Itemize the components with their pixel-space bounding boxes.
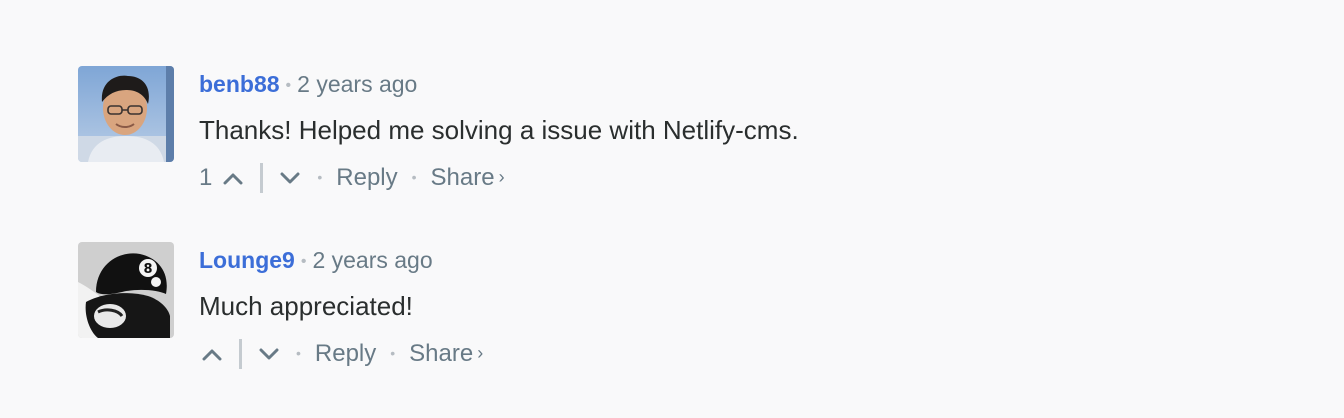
vote-divider [260, 163, 264, 193]
author-name-link[interactable]: Lounge9 [199, 247, 295, 273]
reply-button[interactable]: Reply [315, 340, 376, 368]
reply-button[interactable]: Reply [336, 164, 397, 192]
share-button[interactable]: Share › [431, 164, 505, 192]
footer-separator: • [317, 169, 323, 185]
footer-separator: • [411, 169, 417, 185]
avatar-photo-icon: 8 [78, 242, 174, 338]
footer-separator: • [390, 345, 396, 361]
author-name-link[interactable]: benb88 [199, 71, 280, 97]
user-avatar[interactable] [78, 66, 174, 162]
svg-text:8: 8 [143, 262, 152, 277]
upvote-button[interactable] [199, 340, 225, 368]
timestamp-link[interactable]: 2 years ago [297, 71, 417, 97]
chevron-down-icon [259, 348, 279, 360]
chevron-right-icon: › [498, 167, 505, 187]
comment: 8 Lounge9 • 2 years ago Much appreciated! … [78, 242, 1278, 369]
user-avatar[interactable]: 8 [78, 242, 174, 338]
chevron-up-icon [223, 173, 243, 185]
share-label: Share [430, 164, 495, 191]
timestamp-link[interactable]: 2 years ago [312, 247, 432, 273]
share-button[interactable]: Share › [409, 340, 483, 368]
comment: benb88 • 2 years ago Thanks! Helped me sol… [78, 66, 1278, 193]
avatar-photo-icon [78, 66, 174, 162]
comment-message: Thanks! Helped me solving a issue with N… [199, 115, 799, 145]
comment-footer: • Reply • Share › [199, 338, 483, 370]
downvote-button[interactable] [277, 164, 303, 192]
comment-footer: 1 • Reply • Share › [199, 162, 505, 194]
share-label: Share [409, 340, 474, 367]
comment-header: benb88 • 2 years ago [199, 68, 417, 100]
meta-separator: • [285, 77, 292, 94]
vote-divider [239, 339, 242, 369]
meta-separator: • [300, 253, 307, 270]
comment-list: benb88 • 2 years ago Thanks! Helped me sol… [0, 0, 1344, 418]
chevron-up-icon [202, 349, 222, 361]
downvote-button[interactable] [256, 340, 282, 368]
footer-separator: • [296, 345, 301, 361]
upvote-count: 1 [199, 164, 213, 191]
chevron-down-icon [280, 172, 300, 184]
upvote-button[interactable] [220, 164, 246, 192]
comment-message: Much appreciated! [199, 291, 413, 321]
chevron-right-icon: › [477, 343, 484, 363]
comment-header: Lounge9 • 2 years ago [199, 244, 433, 276]
